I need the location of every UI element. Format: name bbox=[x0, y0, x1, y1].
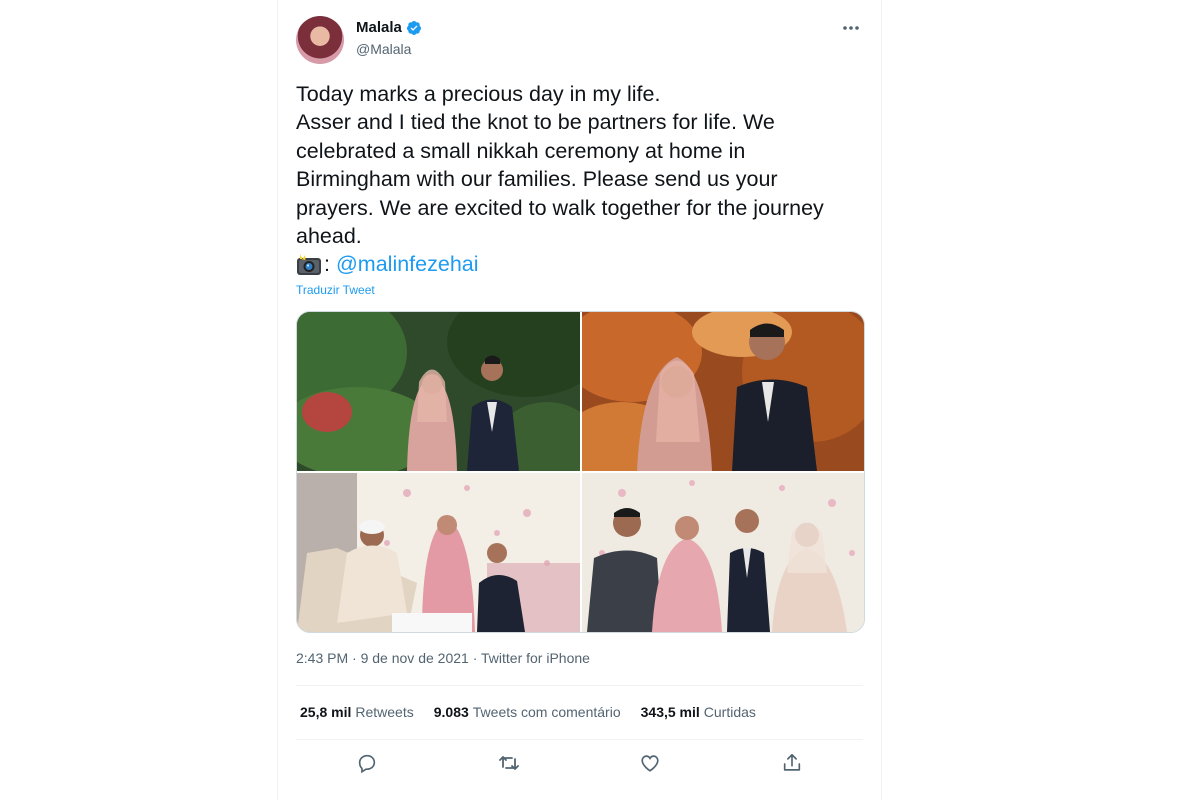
tweet-time[interactable]: 2:43 PM bbox=[296, 650, 348, 666]
more-options-icon[interactable] bbox=[839, 16, 863, 40]
divider bbox=[296, 685, 863, 686]
meta-separator: · bbox=[348, 650, 361, 666]
photo-gallery bbox=[296, 311, 865, 633]
mention-link[interactable]: @malinfezehai bbox=[336, 250, 479, 278]
reply-icon[interactable] bbox=[355, 751, 379, 775]
photo-2[interactable] bbox=[582, 312, 864, 471]
quotes-label: Tweets com comentário bbox=[472, 704, 621, 720]
author-handle[interactable]: @Malala bbox=[356, 41, 411, 57]
avatar[interactable] bbox=[296, 16, 344, 64]
tweet-line-2: Asser and I tied the knot to be partners… bbox=[296, 110, 824, 249]
likes-stat[interactable]: 343,5 mil Curtidas bbox=[641, 704, 756, 720]
quotes-count: 9.083 bbox=[433, 704, 469, 720]
translate-tweet-link[interactable]: Traduzir Tweet bbox=[296, 283, 375, 297]
verified-badge-icon bbox=[406, 20, 421, 35]
retweets-stat[interactable]: 25,8 mil Retweets bbox=[300, 704, 414, 720]
tweet-text: Today marks a precious day in my life. A… bbox=[296, 80, 856, 279]
tweet-source[interactable]: Twitter for iPhone bbox=[481, 650, 590, 666]
photo-4[interactable] bbox=[582, 473, 864, 632]
retweet-icon[interactable] bbox=[497, 751, 521, 775]
camera-flash-icon bbox=[297, 253, 321, 275]
retweets-label: Retweets bbox=[355, 704, 414, 720]
colon-text: : bbox=[324, 252, 330, 277]
divider bbox=[296, 739, 863, 740]
tweet-date[interactable]: 9 de nov de 2021 bbox=[361, 650, 469, 666]
share-icon[interactable] bbox=[780, 751, 804, 775]
meta-separator: · bbox=[468, 650, 482, 666]
photo-1[interactable] bbox=[297, 312, 580, 471]
likes-count: 343,5 mil bbox=[640, 704, 700, 720]
photo-credit-line: : @malinfezehai bbox=[296, 250, 856, 278]
engagement-stats: 25,8 mil Retweets 9.083 Tweets com comentá… bbox=[300, 704, 756, 720]
tweet-line-1: Today marks a precious day in my life. bbox=[296, 82, 661, 106]
quotes-stat[interactable]: 9.083 Tweets com comentário bbox=[434, 704, 621, 720]
action-bar bbox=[296, 748, 863, 778]
likes-label: Curtidas bbox=[703, 704, 756, 720]
author-name[interactable]: Malala bbox=[356, 19, 402, 36]
like-icon[interactable] bbox=[638, 751, 662, 775]
author-name-row: Malala bbox=[356, 19, 422, 36]
photo-3[interactable] bbox=[297, 473, 580, 632]
tweet-card: Malala @Malala Today marks a precious da… bbox=[277, 0, 882, 800]
tweet-meta: 2:43 PM · 9 de nov de 2021 · Twitter for… bbox=[296, 650, 590, 666]
retweets-count: 25,8 mil bbox=[300, 704, 352, 720]
